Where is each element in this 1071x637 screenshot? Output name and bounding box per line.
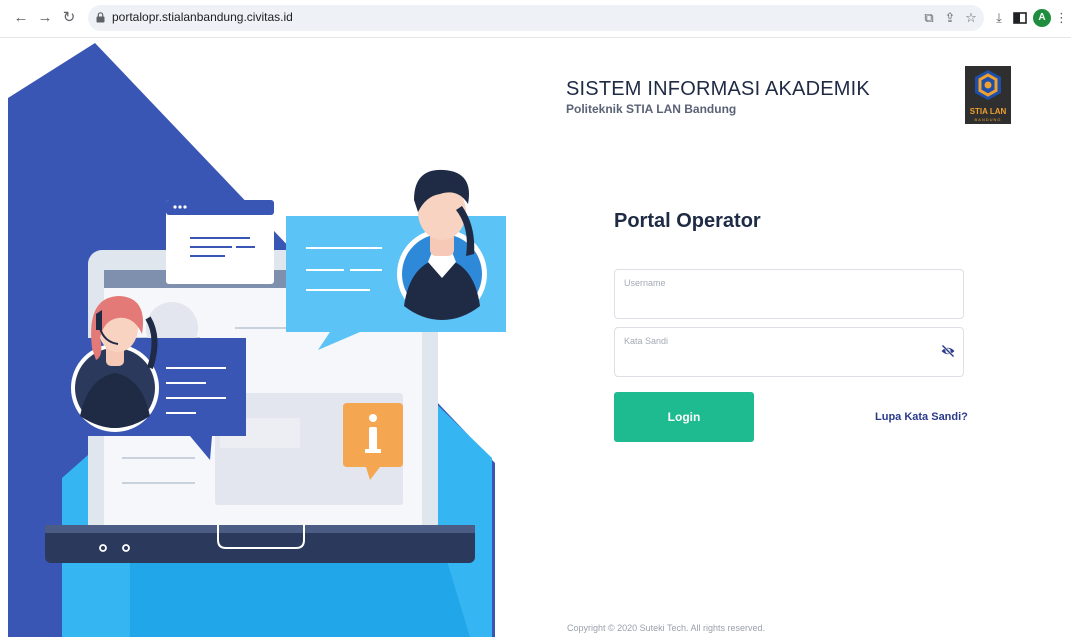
reload-icon[interactable]: ↻ [60,9,78,27]
app-title: SISTEM INFORMASI AKADEMIK [566,78,870,100]
login-button[interactable]: Login [614,392,754,442]
password-label: Kata Sandi [624,336,669,346]
username-input[interactable] [624,292,924,312]
logo-subtext: BANDUNG [974,117,1002,122]
share-icon[interactable]: ⇪ [942,10,958,26]
logo-emblem-icon [975,70,1001,100]
username-label: Username [624,278,666,288]
cast-icon[interactable]: ⧉ [921,10,937,26]
back-icon[interactable]: ← [12,9,30,27]
username-field[interactable]: Username [614,269,964,319]
browser-toolbar: ← → ↻ portalopr.stialanbandung.civitas.i… [0,0,1071,38]
forward-icon[interactable]: → [36,9,54,27]
url-text: portalopr.stialanbandung.civitas.id [112,10,293,24]
login-page: SISTEM INFORMASI AKADEMIK Politeknik STI… [0,38,1071,637]
support-illustration [8,43,506,637]
menu-icon[interactable]: ⋮ [1055,10,1068,26]
side-panel-icon[interactable] [1012,10,1028,26]
profile-avatar[interactable]: A [1033,9,1051,27]
password-input[interactable] [624,350,924,370]
forgot-password-link[interactable]: Lupa Kata Sandi? [875,411,968,423]
star-icon[interactable]: ☆ [963,10,979,26]
app-subtitle: Politeknik STIA LAN Bandung [566,102,737,116]
download-icon[interactable]: ⤓ [991,10,1007,26]
form-title: Portal Operator [614,210,761,232]
password-field[interactable]: Kata Sandi [614,327,964,377]
eye-slash-icon[interactable] [940,343,956,359]
logo-text: STIA LAN [969,107,1007,116]
stia-lan-logo: STIA LAN BANDUNG [965,66,1011,124]
copyright-text: Copyright © 2020 Suteki Tech. All rights… [567,623,766,633]
lock-icon [96,12,105,23]
address-bar[interactable]: portalopr.stialanbandung.civitas.id [88,5,984,31]
